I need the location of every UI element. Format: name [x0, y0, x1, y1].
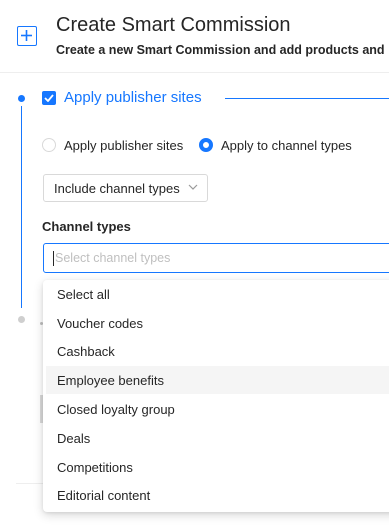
text-cursor	[53, 250, 54, 266]
include-channel-types-select[interactable]: Include channel types	[43, 174, 208, 202]
option-select-all[interactable]: Select all	[46, 280, 389, 308]
apply-publisher-sites-checkbox[interactable]	[42, 91, 56, 105]
apply-publisher-sites-label[interactable]: Apply publisher sites	[64, 89, 202, 106]
radio-apply-publisher-sites[interactable]: Apply publisher sites	[42, 136, 183, 154]
select-value: Include channel types	[54, 180, 180, 196]
option-deals[interactable]: Deals	[46, 424, 389, 452]
radio-label: Apply publisher sites	[64, 137, 184, 153]
channel-types-input[interactable]: Select channel types	[43, 243, 389, 273]
radio-label: Apply to channel types	[221, 137, 352, 153]
step-indicator-active	[18, 95, 25, 102]
option-competitions[interactable]: Competitions	[46, 453, 389, 481]
step-connector-line	[21, 106, 22, 308]
step-indicator-inactive	[18, 316, 25, 323]
chevron-down-icon	[188, 184, 198, 190]
option-employee-benefits[interactable]: Employee benefits	[46, 366, 389, 394]
page-subtitle: Create a new Smart Commission and add pr…	[56, 43, 385, 57]
add-square-icon	[17, 26, 37, 46]
step-divider	[225, 98, 389, 99]
channel-types-placeholder: Select channel types	[55, 251, 171, 265]
header-divider	[0, 72, 389, 73]
background-divider	[16, 483, 46, 484]
option-editorial-content[interactable]: Editorial content	[46, 481, 389, 509]
radio-button-unselected[interactable]	[42, 138, 56, 152]
option-cashback[interactable]: Cashback	[46, 337, 389, 365]
option-closed-loyalty-group[interactable]: Closed loyalty group	[46, 395, 389, 423]
channel-types-label: Channel types	[42, 219, 131, 234]
channel-types-dropdown: Select all Voucher codes Cashback Employ…	[43, 280, 389, 512]
page-title: Create Smart Commission	[56, 14, 291, 36]
radio-button-selected[interactable]	[199, 138, 213, 152]
option-voucher-codes[interactable]: Voucher codes	[46, 309, 389, 337]
radio-apply-to-channel-types[interactable]: Apply to channel types	[199, 136, 352, 154]
